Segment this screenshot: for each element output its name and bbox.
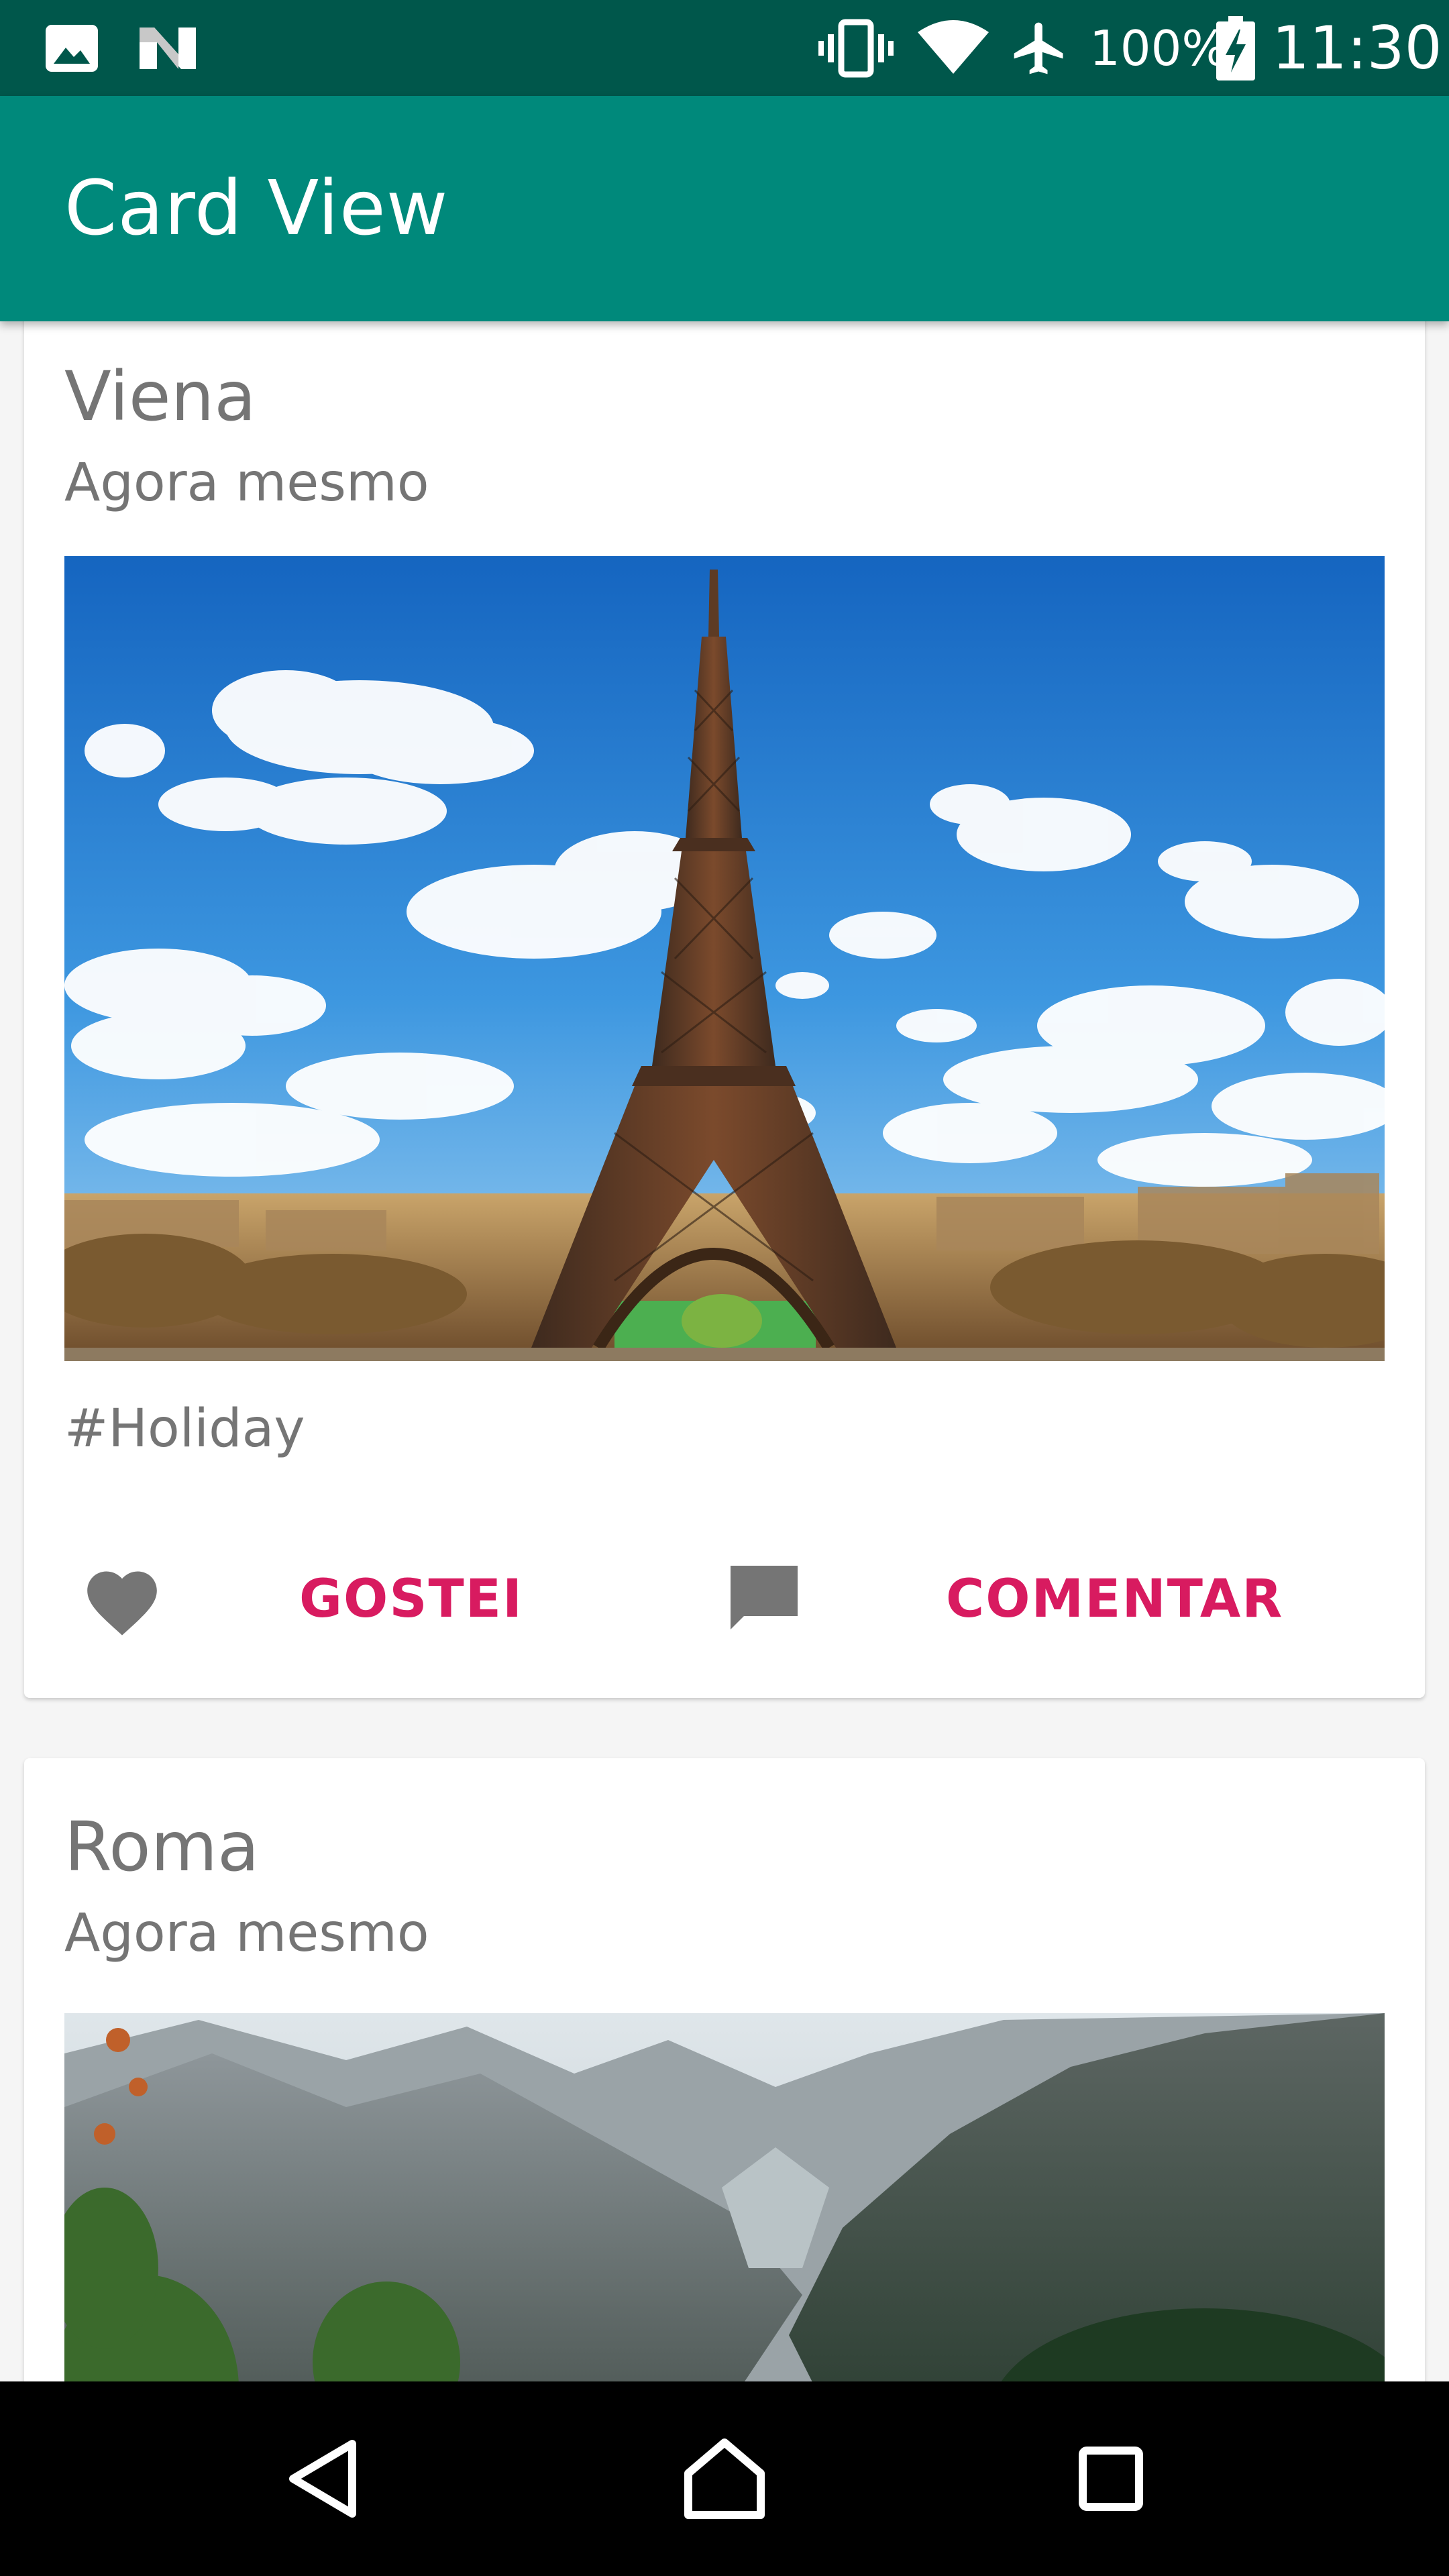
card-roma[interactable]: Roma Agora mesmo	[24, 1758, 1425, 2381]
like-label[interactable]: GOSTEI	[299, 1573, 523, 1625]
app-title: Card View	[64, 165, 449, 252]
card-subtitle: Agora mesmo	[64, 453, 429, 513]
status-bar: 100% 11:30	[0, 0, 1449, 96]
vibrate-icon	[817, 0, 895, 96]
card-tag: #Holiday	[64, 1399, 305, 1459]
mountain-valley-photo	[64, 2013, 1385, 2381]
card-title: Roma	[64, 1807, 260, 1887]
app-bar: Card View	[0, 96, 1449, 321]
card-image-eiffel-tower	[64, 556, 1385, 1361]
heart-icon	[87, 1571, 157, 1635]
clock: 11:30	[1272, 13, 1442, 83]
airplane-icon	[1005, 0, 1075, 96]
image-icon	[42, 0, 102, 96]
recents-icon	[1079, 2447, 1143, 2511]
comment-label[interactable]: COMENTAR	[946, 1573, 1283, 1625]
home-icon	[684, 2438, 765, 2519]
wifi-icon	[916, 0, 990, 96]
card-list[interactable]: Viena Agora mesmo #Holiday GOSTEI COMENT…	[0, 321, 1449, 2381]
back-button[interactable]	[243, 2381, 404, 2576]
eiffel-tower-photo	[64, 556, 1385, 1361]
comment-icon	[731, 1566, 798, 1629]
card-title: Viena	[64, 357, 256, 437]
navigation-bar	[0, 2381, 1449, 2576]
battery-charging-icon	[1216, 0, 1256, 96]
home-button[interactable]	[644, 2381, 805, 2576]
back-icon	[289, 2440, 356, 2518]
like-button[interactable]	[64, 1556, 225, 1643]
card-viena[interactable]: Viena Agora mesmo #Holiday GOSTEI COMENT…	[24, 321, 1425, 1698]
recents-button[interactable]	[1030, 2381, 1191, 2576]
card-image-mountains	[64, 2013, 1385, 2381]
comment-icon-button[interactable]	[722, 1556, 856, 1643]
card-subtitle: Agora mesmo	[64, 1903, 429, 1964]
n-logo-icon	[134, 0, 201, 96]
battery-percent: 100%	[1089, 19, 1228, 76]
